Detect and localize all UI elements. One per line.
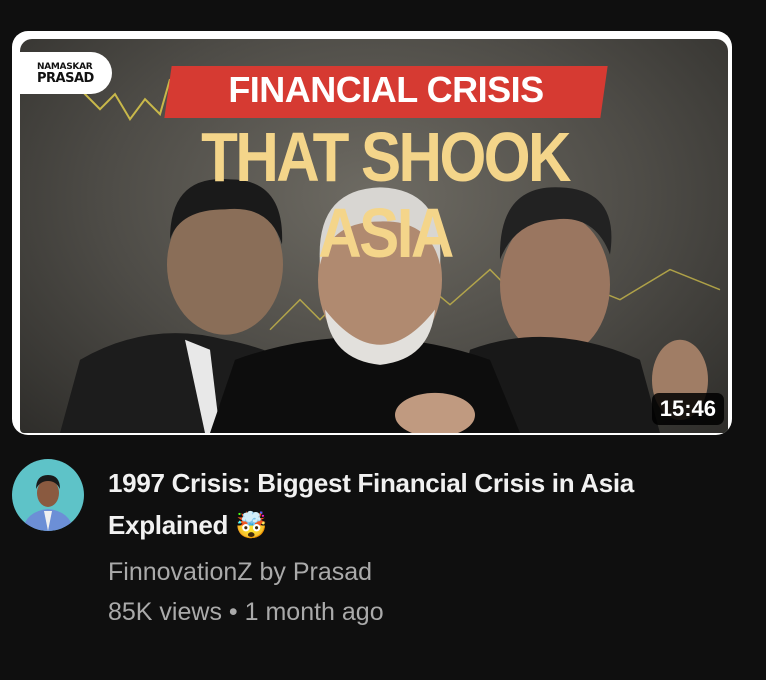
thumbnail-headline: THAT SHOOK ASIA — [201, 118, 571, 272]
logo-line2: PRASAD — [37, 71, 94, 86]
meta-separator: • — [228, 598, 238, 626]
video-metadata: 85K views • 1 month ago — [108, 598, 384, 627]
video-thumbnail[interactable]: NAMASKAR PRASAD FINANCIAL CRISIS THAT SH… — [12, 31, 732, 435]
thumbnail-image: NAMASKAR PRASAD FINANCIAL CRISIS THAT SH… — [20, 39, 728, 433]
channel-name[interactable]: FinnovationZ by Prasad — [108, 558, 372, 587]
channel-avatar[interactable] — [12, 459, 84, 531]
duration-badge: 15:46 — [651, 393, 724, 425]
avatar-person-icon — [22, 475, 74, 531]
channel-watermark-logo: NAMASKAR PRASAD — [20, 52, 112, 94]
video-title[interactable]: 1997 Crisis: Biggest Financial Crisis in… — [108, 462, 708, 546]
thumbnail-banner-text: FINANCIAL CRISIS — [228, 69, 544, 110]
view-count: 85K views — [108, 598, 222, 626]
upload-age: 1 month ago — [244, 598, 384, 626]
